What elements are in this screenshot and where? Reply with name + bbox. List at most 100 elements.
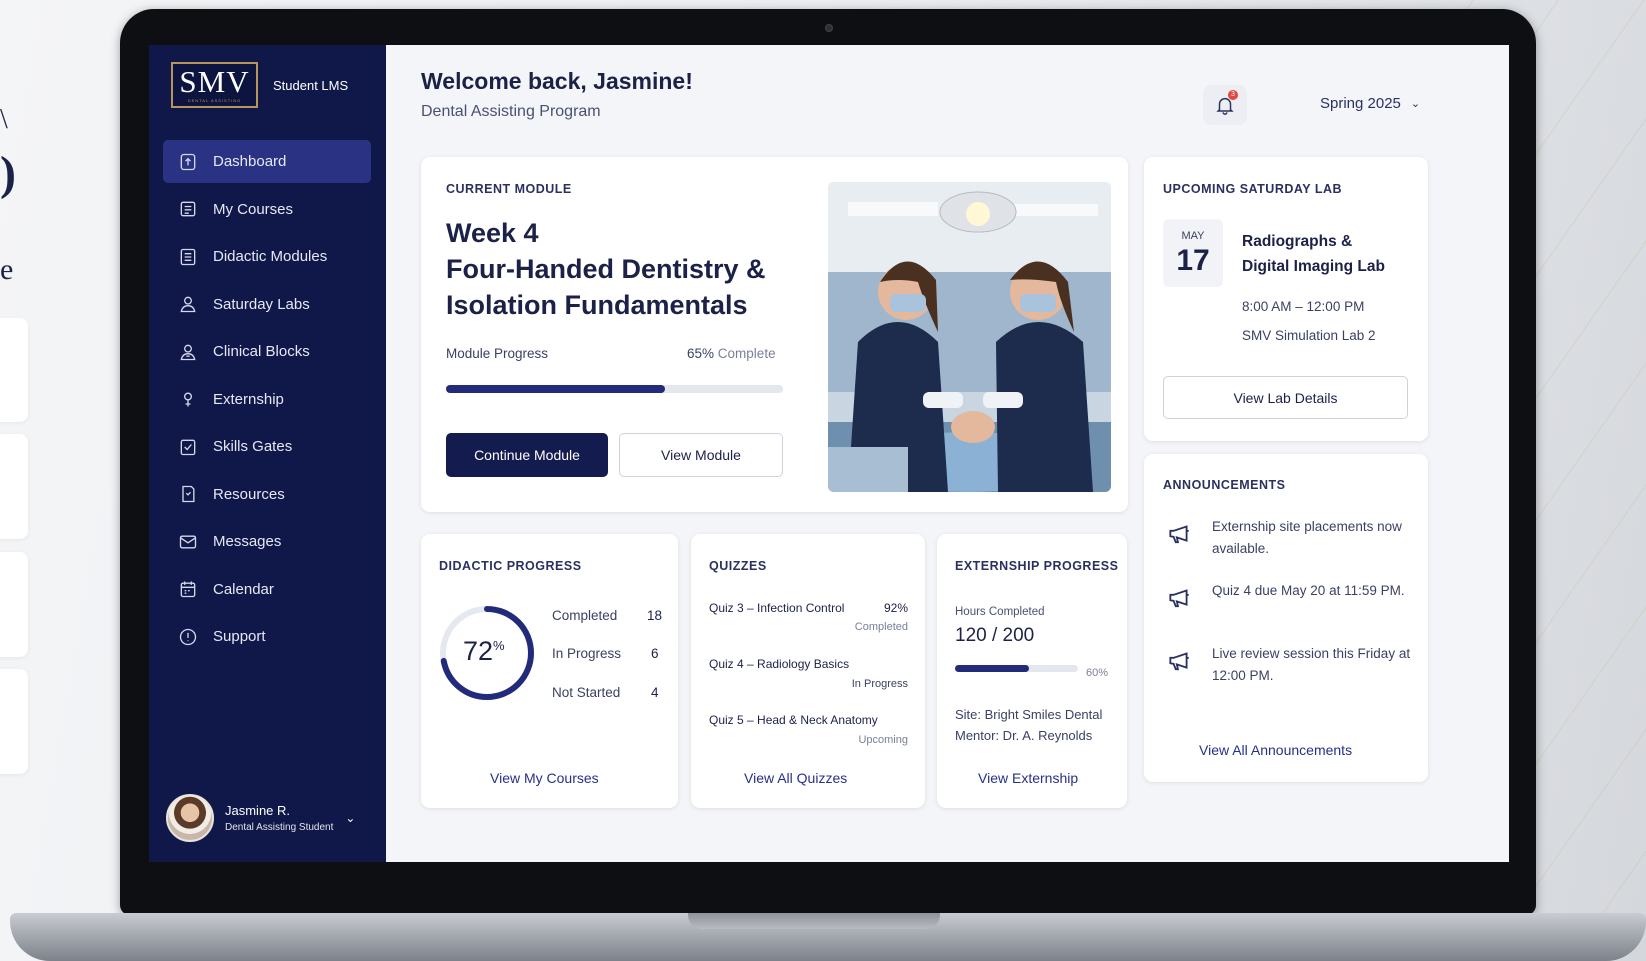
hours-value: 120 / 200 <box>955 625 1035 646</box>
card-title: EXTERNSHIP PROGRESS <box>955 559 1119 573</box>
sidebar-item-externship[interactable]: Externship <box>163 378 371 421</box>
view-my-courses-link[interactable]: View My Courses <box>490 770 599 786</box>
calendar-icon <box>177 578 199 600</box>
sidebar-item-didactic-modules[interactable]: Didactic Modules <box>163 235 371 278</box>
support-icon <box>177 626 199 648</box>
stat-label: In Progress <box>552 646 622 661</box>
term-selector[interactable]: Spring 2025 ⌄ <box>1320 95 1420 112</box>
announcement-text: Live review session this Friday at 12:00… <box>1212 646 1411 683</box>
sidebar-item-label: Dashboard <box>213 153 287 170</box>
module-title-line: Isolation Fundamentals <box>446 290 748 320</box>
stat-value: 4 <box>651 685 659 700</box>
module-title: Week 4 Four-Handed Dentistry & Isolation… <box>446 215 806 323</box>
sidebar-item-support[interactable]: Support <box>163 615 371 658</box>
sidebar-item-resources[interactable]: Resources <box>163 473 371 516</box>
user-menu[interactable]: Jasmine R. Dental Assisting Student ⌄ <box>166 792 371 844</box>
sidebar-item-skills-gates[interactable]: Skills Gates <box>163 425 371 468</box>
logo-text: SMV <box>179 64 250 99</box>
announcement-text: Quiz 4 due May 20 at 11:59 PM. <box>1212 583 1405 598</box>
lab-title: Radiographs & Digital Imaging Lab <box>1242 229 1412 279</box>
view-externship-link[interactable]: View Externship <box>978 770 1078 786</box>
logo[interactable]: SMV DENTAL ASSISTING <box>171 62 258 108</box>
logo-subtext: DENTAL ASSISTING <box>187 98 242 103</box>
didactic-percent-value: 72 <box>463 636 494 666</box>
sidebar-item-saturday-labs[interactable]: Saturday Labs <box>163 283 371 326</box>
progress-percent: 65% Complete <box>687 346 776 361</box>
progress-suffix: Complete <box>717 346 776 361</box>
module-photo <box>828 182 1111 492</box>
sidebar-item-label: Messages <box>213 533 282 550</box>
program-name: Dental Assisting Program <box>421 103 601 120</box>
card-title: CURRENT MODULE <box>446 182 572 196</box>
externship-icon <box>177 388 199 410</box>
progress-label: Module Progress <box>446 346 549 361</box>
dental-procedure-image <box>828 182 1111 492</box>
externship-site: Site: Bright Smiles Dental Mentor: Dr. A… <box>955 704 1125 746</box>
labs-icon <box>177 293 199 315</box>
site-name: Site: Bright Smiles Dental <box>955 707 1103 722</box>
view-all-announcements-link[interactable]: View All Announcements <box>1199 742 1352 758</box>
camera <box>825 24 833 32</box>
sidebar-item-messages[interactable]: Messages <box>163 520 371 563</box>
stat-label: Not Started <box>552 685 621 700</box>
dashboard-icon <box>177 151 199 173</box>
sidebar-item-label: Support <box>213 628 266 645</box>
chevron-down-icon[interactable]: ⌄ <box>345 811 355 825</box>
module-week: Week 4 <box>446 218 539 248</box>
quiz-name[interactable]: Quiz 4 – Radiology Basics <box>709 657 849 671</box>
module-progress-fill <box>446 385 666 393</box>
module-progress-bar <box>446 385 783 393</box>
megaphone-icon <box>1163 580 1195 612</box>
card-title: DIDACTIC PROGRESS <box>439 559 582 573</box>
progress-value-text: 65% <box>687 346 715 361</box>
view-module-button[interactable]: View Module <box>619 433 783 477</box>
sidebar-item-label: Didactic Modules <box>213 248 328 265</box>
background-card <box>0 552 28 657</box>
card-title: UPCOMING SATURDAY LAB <box>1163 182 1343 196</box>
megaphone-icon <box>1163 643 1195 675</box>
module-title-line: Four-Handed Dentistry & <box>446 254 766 284</box>
didactic-progress-card: DIDACTIC PROGRESS 72% Completed 18 In Pr… <box>421 534 678 808</box>
stat-value: 18 <box>647 608 663 623</box>
brand-label: Student LMS <box>273 77 349 93</box>
user-name: Jasmine R. <box>225 803 291 818</box>
lab-title-line: Radiographs & <box>1242 233 1353 250</box>
sidebar-item-dashboard[interactable]: Dashboard <box>163 140 371 183</box>
sidebar-item-label: Skills Gates <box>213 438 293 455</box>
date-day: 17 <box>1176 244 1210 277</box>
user-role: Dental Assisting Student <box>225 822 334 833</box>
quiz-status: Completed <box>854 621 908 633</box>
quiz-name[interactable]: Quiz 3 – Infection Control <box>709 601 844 615</box>
view-lab-details-button[interactable]: View Lab Details <box>1163 376 1408 419</box>
notifications-button[interactable]: 3 <box>1203 85 1247 125</box>
continue-module-button[interactable]: Continue Module <box>446 433 608 477</box>
background-glyph: ) <box>0 147 16 200</box>
notification-badge: 3 <box>1228 90 1238 100</box>
page-title: Welcome back, Jasmine! <box>421 68 693 94</box>
lab-time: 8:00 AM – 12:00 PM <box>1242 299 1365 314</box>
date-month: MAY <box>1181 230 1205 242</box>
app-screen: SMV DENTAL ASSISTING Student LMS Dashboa… <box>149 45 1509 862</box>
announcement-item[interactable]: Externship site placements now available… <box>1163 516 1422 560</box>
card-title: QUIZZES <box>709 559 767 573</box>
brand: SMV DENTAL ASSISTING Student LMS <box>171 62 348 108</box>
user-info: Jasmine R. Dental Assisting Student <box>225 803 333 833</box>
quiz-name[interactable]: Quiz 5 – Head & Neck Anatomy <box>709 713 878 727</box>
laptop-notch <box>688 913 940 929</box>
announcement-item[interactable]: Quiz 4 due May 20 at 11:59 PM. <box>1163 580 1422 612</box>
main-content: Welcome back, Jasmine! Dental Assisting … <box>386 45 1509 862</box>
background-glyph: e <box>0 253 14 286</box>
sidebar-item-calendar[interactable]: Calendar <box>163 568 371 611</box>
announcements-card: ANNOUNCEMENTS Externship site placements… <box>1144 454 1428 782</box>
term-label: Spring 2025 <box>1320 95 1401 112</box>
view-all-quizzes-link[interactable]: View All Quizzes <box>744 770 847 786</box>
sidebar-nav: Dashboard My Courses Didactic Modules Satur… <box>163 140 371 663</box>
quiz-status: In Progress <box>851 678 908 690</box>
sidebar-item-label: Calendar <box>213 580 274 598</box>
modules-icon <box>177 246 199 268</box>
sidebar-item-my-courses[interactable]: My Courses <box>163 188 371 231</box>
announcement-item[interactable]: Live review session this Friday at 12:00… <box>1163 643 1422 687</box>
sidebar-item-label: Saturday Labs <box>213 295 310 313</box>
sidebar-item-clinical-blocks[interactable]: Clinical Blocks <box>163 330 371 373</box>
clinical-icon <box>177 341 199 363</box>
